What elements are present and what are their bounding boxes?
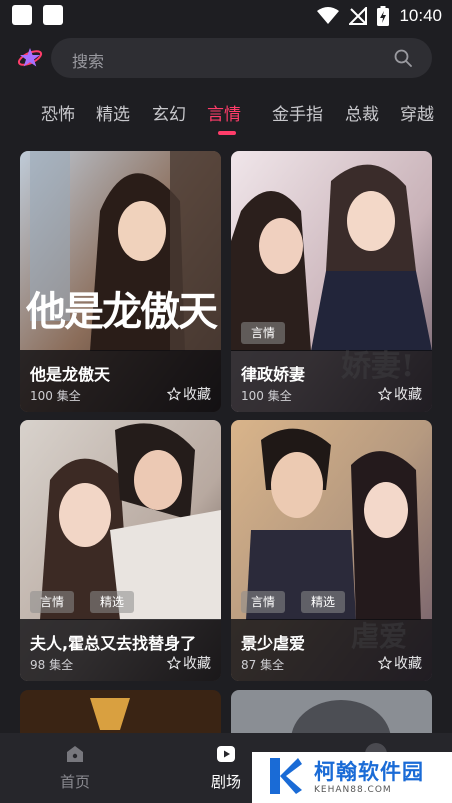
drama-info: 他是龙傲天 100 集全 收藏 bbox=[20, 350, 221, 412]
active-tab-indicator bbox=[218, 131, 236, 135]
favorite-button[interactable]: 收藏 bbox=[167, 384, 211, 404]
drama-info: 景少虐爱 87 集全 收藏 bbox=[231, 619, 432, 681]
drama-card[interactable]: 娇妻! 言情 律政娇妻 100 集全 收藏 bbox=[231, 151, 432, 412]
search-icon[interactable] bbox=[394, 49, 412, 67]
favorite-label: 收藏 bbox=[394, 387, 422, 403]
favorite-label: 收藏 bbox=[183, 387, 211, 403]
star-outline-icon bbox=[167, 387, 181, 401]
tag-badge: 精选 bbox=[301, 591, 346, 613]
tag-badge: 言情 bbox=[30, 591, 75, 613]
category-tabs: 恐怖 精选 玄幻 言情 金手指 总裁 穿越 bbox=[0, 96, 452, 136]
k-logo-icon bbox=[270, 758, 302, 794]
tab-golden-finger[interactable]: 金手指 bbox=[272, 100, 323, 125]
favorite-button[interactable]: 收藏 bbox=[378, 384, 422, 404]
clock: 10:40 bbox=[399, 6, 442, 25]
drama-title: 他是龙傲天 bbox=[30, 365, 111, 384]
watermark-domain: KEHAN88.COM bbox=[314, 785, 392, 795]
tab-ceo[interactable]: 总裁 bbox=[345, 100, 379, 125]
star-outline-icon bbox=[378, 387, 392, 401]
battery-charging-icon bbox=[377, 6, 390, 26]
notification-icon bbox=[43, 5, 63, 25]
star-outline-icon bbox=[167, 656, 181, 670]
tag-badge: 言情 bbox=[241, 591, 286, 613]
search-bar[interactable]: 搜索 bbox=[51, 38, 432, 78]
favorite-button[interactable]: 收藏 bbox=[378, 653, 422, 673]
favorite-label: 收藏 bbox=[394, 656, 422, 672]
theater-icon bbox=[217, 746, 235, 762]
favorite-button[interactable]: 收藏 bbox=[167, 653, 211, 673]
watermark-logo: 柯翰软件园 KEHAN88.COM bbox=[252, 752, 452, 803]
poster-title-art: 他是龙傲天 bbox=[26, 288, 218, 335]
notification-icon bbox=[12, 5, 32, 25]
drama-info: 律政娇妻 100 集全 收藏 bbox=[231, 350, 432, 412]
drama-card[interactable]: 虐爱 言情 精选 景少虐爱 87 集全 收藏 bbox=[231, 420, 432, 681]
tab-fantasy[interactable]: 玄幻 bbox=[152, 100, 186, 125]
app-logo-icon[interactable] bbox=[17, 45, 43, 71]
nav-label: 首页 bbox=[59, 773, 90, 791]
status-bar: 10:40 bbox=[0, 0, 452, 32]
tab-time-travel[interactable]: 穿越 bbox=[400, 100, 434, 125]
drama-card[interactable]: 言情 精选 夫人,霍总又去找替身了 98 集全 收藏 bbox=[20, 420, 221, 681]
watermark-name: 柯翰软件园 bbox=[314, 760, 424, 784]
search-input[interactable]: 搜索 bbox=[72, 48, 104, 72]
episode-count: 98 集全 bbox=[30, 658, 74, 672]
drama-info: 夫人,霍总又去找替身了 98 集全 收藏 bbox=[20, 619, 221, 681]
wifi-icon bbox=[317, 7, 340, 24]
tab-featured[interactable]: 精选 bbox=[96, 100, 130, 125]
drama-title: 律政娇妻 bbox=[241, 365, 306, 384]
nav-home[interactable]: 首页 bbox=[35, 743, 115, 792]
favorite-label: 收藏 bbox=[183, 656, 211, 672]
home-icon bbox=[67, 746, 83, 762]
no-signal-icon bbox=[349, 7, 368, 25]
tag-badge: 言情 bbox=[241, 322, 286, 344]
tab-horror[interactable]: 恐怖 bbox=[41, 100, 75, 125]
drama-title: 景少虐爱 bbox=[241, 634, 306, 653]
drama-title: 夫人,霍总又去找替身了 bbox=[30, 634, 197, 653]
tag-badge: 精选 bbox=[90, 591, 135, 613]
episode-count: 87 集全 bbox=[241, 658, 285, 672]
tab-romance[interactable]: 言情 bbox=[207, 100, 241, 125]
drama-card[interactable]: 他是龙傲天 他是龙傲天 100 集全 收藏 bbox=[20, 151, 221, 412]
episode-count: 100 集全 bbox=[30, 389, 81, 403]
episode-count: 100 集全 bbox=[241, 389, 292, 403]
star-outline-icon bbox=[378, 656, 392, 670]
